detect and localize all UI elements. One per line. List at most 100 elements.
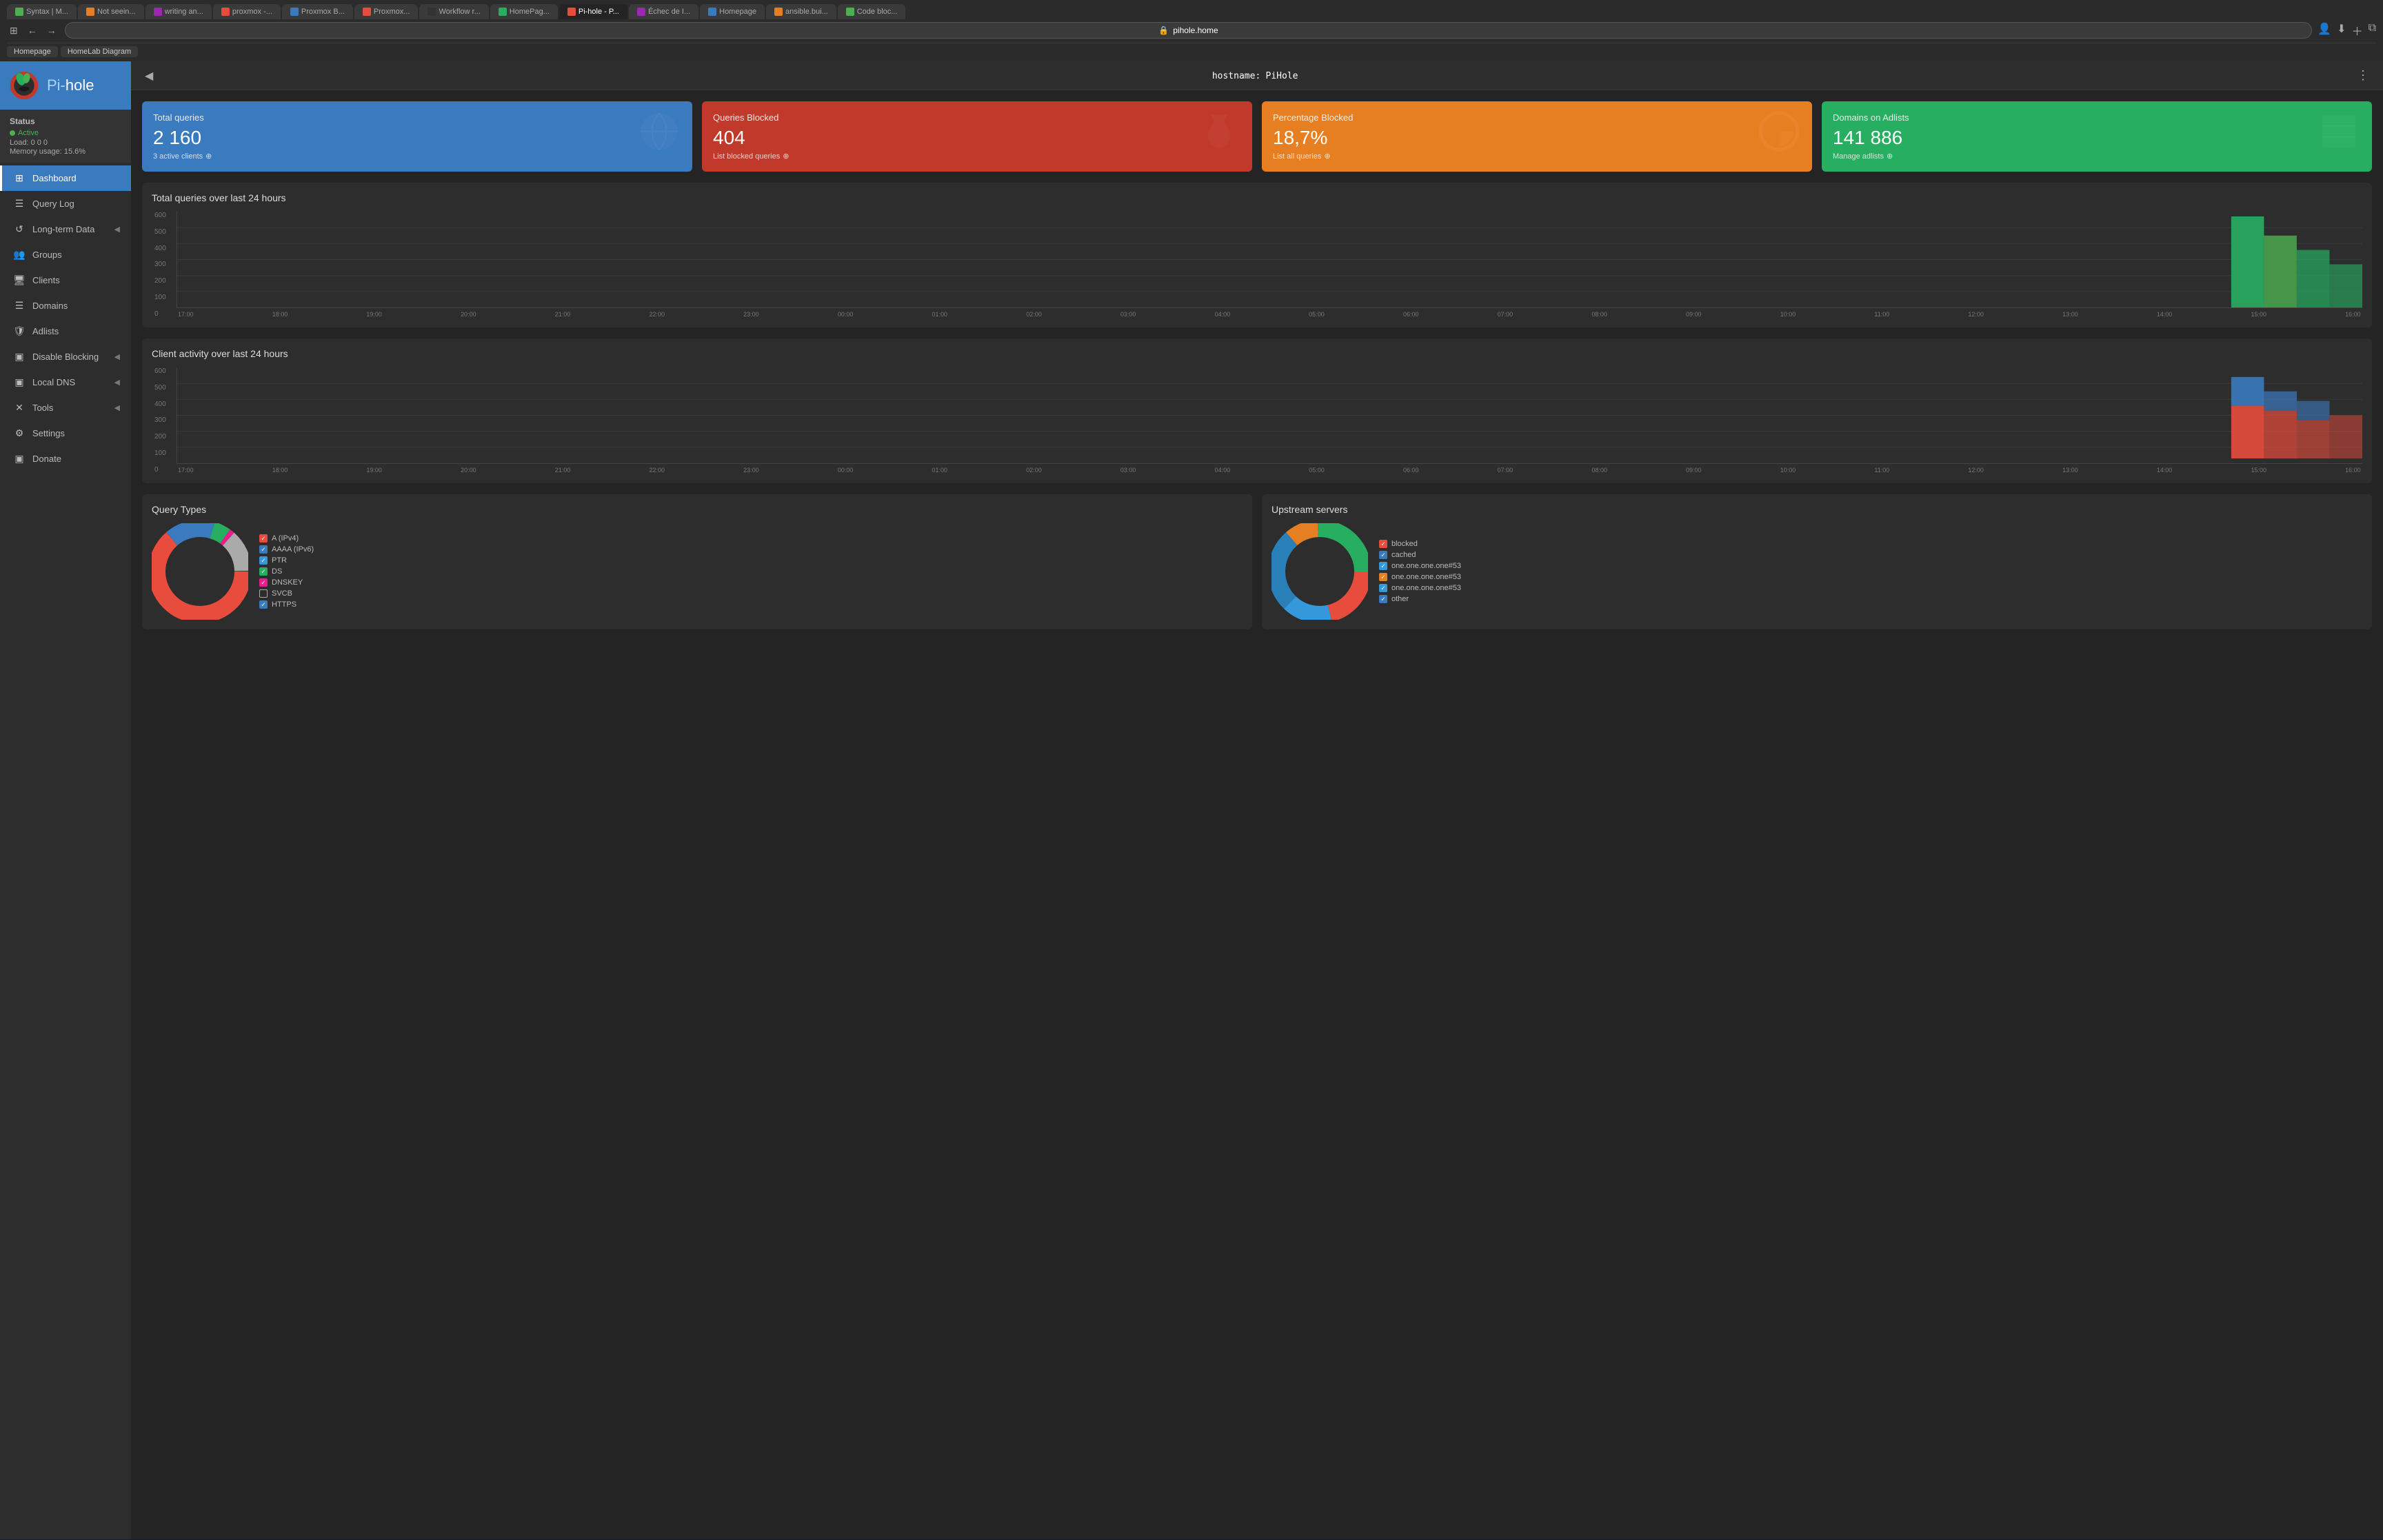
qt-legend-label-1: AAAA (IPv6) <box>272 545 314 554</box>
qt-legend-checkbox-0[interactable]: ✓ <box>259 534 268 543</box>
query-types-pie <box>152 523 248 620</box>
address-bar[interactable]: 🔒 pihole.home <box>65 22 2312 39</box>
query-types-section: Query Types ✓A (IPv4)✓AAAA (IPv6)✓PTR✓DS… <box>142 494 1252 629</box>
nav-item-dashboard[interactable]: ⊞Dashboard <box>0 165 131 191</box>
browser-actions: 👤 ⬇ ＋ ⧉ <box>2317 22 2376 39</box>
stat-card-1: Queries Blocked 404 List blocked queries… <box>702 101 1252 172</box>
nav-item-local-dns[interactable]: ▣Local DNS◀ <box>0 369 131 395</box>
chart2-wrapper: 6005004003002001000 <box>177 367 2362 474</box>
browser-tab-6[interactable]: Workflow r... <box>419 4 488 19</box>
nav-label-8: Local DNS <box>32 377 75 387</box>
nav-item-settings[interactable]: ⚙Settings <box>0 421 131 446</box>
stat-card-0: Total queries 2 160 3 active clients ⊕ <box>142 101 692 172</box>
us-legend-checkbox-1[interactable]: ✓ <box>1379 551 1387 559</box>
back-button[interactable]: ← <box>25 23 40 37</box>
us-legend-item-5: ✓ other <box>1379 595 2362 603</box>
chart1-area <box>177 212 2362 308</box>
sidebar-toggle-browser[interactable]: ⊞ <box>7 23 21 38</box>
us-legend-checkbox-3[interactable]: ✓ <box>1379 573 1387 581</box>
us-legend-label-4: one.one.one.one#53 <box>1391 584 1461 592</box>
nav-item-domains[interactable]: ☰Domains <box>0 293 131 318</box>
browser-tab-10[interactable]: Homepage <box>700 4 765 19</box>
qt-legend-checkbox-5[interactable] <box>259 589 268 598</box>
nav-item-adlists[interactable]: 🛡Adlists <box>0 318 131 344</box>
nav-item-query-log[interactable]: ☰Query Log <box>0 191 131 216</box>
stat-link-icon-0: ⊕ <box>205 152 212 161</box>
nav-arrow-2: ◀ <box>114 225 120 234</box>
bottom-grid: Query Types ✓A (IPv4)✓AAAA (IPv6)✓PTR✓DS… <box>142 494 2372 629</box>
hostname: hostname: PiHole <box>1212 70 1298 81</box>
browser-tab-4[interactable]: Proxmox B... <box>282 4 353 19</box>
stat-card-2: Percentage Blocked 18,7% List all querie… <box>1262 101 1812 172</box>
browser-tab-1[interactable]: Not seein... <box>78 4 144 19</box>
nav-label-11: Donate <box>32 454 61 464</box>
bookmark-1[interactable]: HomeLab Diagram <box>61 46 138 57</box>
nav-icon-3: 👥 <box>13 249 26 261</box>
upstream-servers-title: Upstream servers <box>1271 504 2362 515</box>
nav-icon-2: ↺ <box>13 223 26 235</box>
stat-link-0[interactable]: 3 active clients ⊕ <box>153 152 681 161</box>
window-icon[interactable]: ⧉ <box>2369 22 2376 39</box>
browser-tab-11[interactable]: ansible.bui... <box>766 4 836 19</box>
browser-tab-7[interactable]: HomePag... <box>490 4 558 19</box>
us-legend-checkbox-0[interactable]: ✓ <box>1379 540 1387 548</box>
forward-button[interactable]: → <box>44 23 59 37</box>
stat-label-1: Queries Blocked <box>713 112 1241 123</box>
qt-legend-checkbox-1[interactable]: ✓ <box>259 545 268 554</box>
download-icon[interactable]: ⬇ <box>2337 22 2346 39</box>
browser-tab-12[interactable]: Code bloc... <box>838 4 906 19</box>
nav-label-9: Tools <box>32 403 53 413</box>
app-container: Pi-hole Status Active Load: 0 0 0 Memory… <box>0 61 2383 1539</box>
chart1-wrapper: 6005004003002001000 <box>177 212 2362 318</box>
qt-legend-label-0: A (IPv4) <box>272 534 299 543</box>
qt-legend-checkbox-3[interactable]: ✓ <box>259 567 268 576</box>
browser-tab-5[interactable]: Proxmox... <box>354 4 419 19</box>
nav-item-clients[interactable]: 🖥Clients <box>0 267 131 293</box>
us-legend-checkbox-5[interactable]: ✓ <box>1379 595 1387 603</box>
stat-link-1[interactable]: List blocked queries ⊕ <box>713 152 1241 161</box>
chart1-x-labels: 17:0018:0019:0020:0021:00 22:0023:0000:0… <box>177 311 2362 318</box>
us-legend-item-2: ✓ one.one.one.one#53 <box>1379 562 2362 570</box>
sidebar-nav: ⊞Dashboard☰Query Log↺Long-term Data◀👥Gro… <box>0 163 131 1539</box>
total-queries-chart: Total queries over last 24 hours 6005004… <box>142 183 2372 327</box>
new-tab-icon[interactable]: ＋ <box>2352 22 2363 39</box>
nav-item-donate[interactable]: ▣ Donate <box>0 446 131 472</box>
main-content: ◀ hostname: PiHole ⋮ Total queries 2 160… <box>131 61 2383 1539</box>
us-legend-checkbox-4[interactable]: ✓ <box>1379 584 1387 592</box>
us-legend-item-0: ✓blocked <box>1379 540 2362 548</box>
us-legend-item-3: ✓one.one.one.one#53 <box>1379 573 2362 581</box>
browser-tab-0[interactable]: Syntax | M... <box>7 4 77 19</box>
stat-link-2[interactable]: List all queries ⊕ <box>1273 152 1801 161</box>
stat-link-icon-2: ⊕ <box>1324 152 1330 161</box>
nav-icon-4: 🖥 <box>13 274 26 286</box>
status-active: Active <box>10 129 121 137</box>
nav-item-disable-blocking[interactable]: ▣Disable Blocking◀ <box>0 344 131 369</box>
browser-tab-9[interactable]: Échec de I... <box>629 4 698 19</box>
menu-dots[interactable]: ⋮ <box>2357 68 2369 83</box>
us-legend-item-4: ✓ one.one.one.one#53 <box>1379 584 2362 592</box>
qt-legend-label-5: SVCB <box>272 589 292 598</box>
qt-legend-checkbox-6[interactable]: ✓ <box>259 600 268 609</box>
stat-label-2: Percentage Blocked <box>1273 112 1801 123</box>
browser-tab-3[interactable]: proxmox -... <box>213 4 281 19</box>
sidebar-toggle-main[interactable]: ◀ <box>145 69 153 83</box>
browser-tab-2[interactable]: writing an... <box>145 4 212 19</box>
nav-label-10: Settings <box>32 428 65 438</box>
nav-item-tools[interactable]: ✕Tools◀ <box>0 395 131 421</box>
qt-legend-checkbox-4[interactable]: ✓ <box>259 578 268 587</box>
us-legend-checkbox-2[interactable]: ✓ <box>1379 562 1387 570</box>
sidebar: Pi-hole Status Active Load: 0 0 0 Memory… <box>0 61 131 1539</box>
chart1-y-labels: 6005004003002001000 <box>154 212 166 318</box>
qt-legend-checkbox-2[interactable]: ✓ <box>259 556 268 565</box>
stat-link-3[interactable]: Manage adlists ⊕ <box>1833 152 2361 161</box>
account-icon[interactable]: 👤 <box>2317 22 2331 39</box>
nav-item-groups[interactable]: 👥Groups <box>0 242 131 267</box>
nav-item-long-term-data[interactable]: ↺Long-term Data◀ <box>0 216 131 242</box>
upstream-servers-section: Upstream servers ✓blocked✓cached✓one.one… <box>1262 494 2372 629</box>
us-legend-label-2: one.one.one.one#53 <box>1391 562 1461 570</box>
us-legend-item-1: ✓cached <box>1379 551 2362 559</box>
nav-icon-11: ▣ <box>13 453 26 465</box>
bookmark-0[interactable]: Homepage <box>7 46 58 57</box>
browser-tab-8[interactable]: Pi-hole - P... <box>559 4 627 19</box>
us-legend-label-5: other <box>1391 595 1409 603</box>
